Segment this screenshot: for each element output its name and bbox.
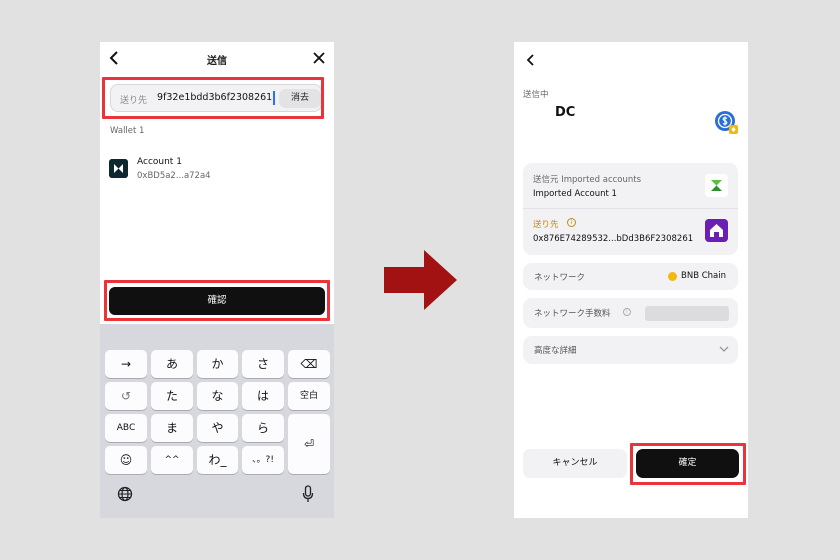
status-label: 送信中 bbox=[523, 90, 549, 100]
return-key[interactable]: ⏎ bbox=[288, 414, 330, 474]
account-address: 0xBD5a2...a72a4 bbox=[137, 171, 211, 181]
cancel-button[interactable]: キャンセル bbox=[523, 449, 627, 478]
chevron-down-icon bbox=[719, 346, 729, 352]
info-icon[interactable]: i bbox=[567, 218, 576, 227]
key-emoji[interactable]: ☺ bbox=[105, 446, 147, 474]
key-abc[interactable]: ABC bbox=[105, 414, 147, 442]
account-name: Account 1 bbox=[137, 157, 182, 167]
card-divider bbox=[523, 208, 738, 209]
network-value: BNB Chain bbox=[681, 271, 727, 281]
globe-icon[interactable] bbox=[117, 486, 133, 502]
wallet-logo-icon bbox=[109, 159, 128, 178]
back-arrow-icon[interactable] bbox=[525, 53, 537, 67]
next-step-arrow-icon bbox=[384, 250, 457, 310]
network-fee-row: ネットワーク手数料 i bbox=[523, 298, 738, 328]
advanced-details-row[interactable]: 高度な詳細 bbox=[523, 336, 738, 364]
confirm-screen: 送信中 DC 送信元 Imported accounts Imported Ac… bbox=[514, 42, 748, 518]
key-arrow-right[interactable]: → bbox=[105, 350, 147, 378]
key-a[interactable]: あ bbox=[151, 350, 193, 378]
recipient-highlight bbox=[102, 77, 324, 119]
network-row: ネットワーク BNB Chain bbox=[523, 263, 738, 290]
advanced-details-label: 高度な詳細 bbox=[534, 346, 577, 356]
key-ma[interactable]: ま bbox=[151, 414, 193, 442]
token-name: DC bbox=[555, 105, 576, 120]
key-ta[interactable]: た bbox=[151, 382, 193, 410]
sender-wallet-icon bbox=[705, 174, 728, 197]
microphone-icon[interactable] bbox=[302, 485, 314, 503]
key-undo[interactable]: ↺ bbox=[105, 382, 147, 410]
network-fee-label: ネットワーク手数料 bbox=[534, 309, 611, 319]
sender-label: 送信元 Imported accounts bbox=[533, 175, 642, 185]
token-coin-icon bbox=[715, 111, 738, 134]
japanese-keyboard: → あ か さ ⌫ ↺ た な は 空白 ABC ま や ら ⏎ ☺ ^^ わ_… bbox=[100, 324, 334, 518]
recipient-address: 0x876E74289532...bDd3B6F2308261 bbox=[533, 234, 694, 244]
send-header: 送信 bbox=[100, 42, 334, 76]
key-ka[interactable]: か bbox=[197, 350, 238, 378]
key-ha[interactable]: は bbox=[242, 382, 284, 410]
key-na[interactable]: な bbox=[197, 382, 238, 410]
key-ra[interactable]: ら bbox=[242, 414, 284, 442]
confirm-highlight bbox=[104, 280, 330, 321]
bnb-chain-icon bbox=[668, 272, 677, 281]
key-ya[interactable]: や bbox=[197, 414, 238, 442]
close-icon[interactable] bbox=[312, 51, 326, 65]
key-sa[interactable]: さ bbox=[242, 350, 284, 378]
backspace-key[interactable]: ⌫ bbox=[288, 350, 330, 378]
send-screen: 送信 送り先 9f32e1bdd3b6f2308261 消去 Wallet 1 … bbox=[100, 42, 334, 518]
fee-info-icon[interactable]: i bbox=[623, 308, 631, 316]
recipient-wallet-icon bbox=[705, 219, 728, 242]
network-label: ネットワーク bbox=[534, 273, 586, 283]
sender-account-name: Imported Account 1 bbox=[533, 189, 617, 199]
fee-loading-placeholder bbox=[645, 306, 729, 321]
space-key[interactable]: 空白 bbox=[288, 382, 330, 410]
key-punctuation[interactable]: 、。?! bbox=[242, 446, 284, 474]
recipient-label: 送り先 bbox=[533, 220, 559, 230]
transfer-details-card: 送信元 Imported accounts Imported Account 1… bbox=[523, 163, 738, 255]
wallet-section-label: Wallet 1 bbox=[110, 126, 145, 136]
key-kaomoji[interactable]: ^^ bbox=[151, 446, 193, 474]
page-title: 送信 bbox=[207, 56, 227, 67]
key-wa[interactable]: わ_ bbox=[197, 446, 238, 474]
confirm-send-highlight bbox=[630, 443, 746, 485]
